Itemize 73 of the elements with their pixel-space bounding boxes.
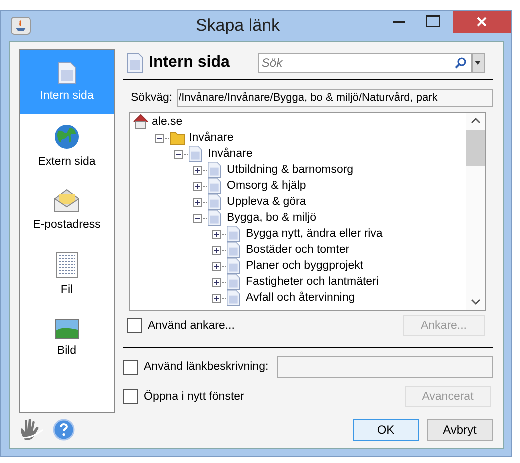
caret-icon [475,60,482,64]
tree-item[interactable]: Fastigheter och lantmäteri [246,276,379,288]
tree-item[interactable]: Invånare [208,148,253,160]
page-icon [208,162,221,178]
house-icon [133,114,149,130]
checkbox[interactable] [127,318,142,333]
page-icon [58,62,76,84]
scroll-thumb[interactable] [466,130,485,166]
search-icon [454,56,467,68]
close-button[interactable] [453,11,511,33]
page-icon [208,194,221,210]
sidebar-item[interactable]: Fil [20,242,114,306]
tree-item[interactable]: Avfall och återvinning [246,292,356,304]
folder-icon [170,130,186,146]
scrollbar[interactable] [466,113,485,310]
tree-item[interactable]: Planer och byggprojekt [246,260,364,272]
page-icon [208,178,221,194]
expand-toggle[interactable] [212,230,221,238]
tree-item[interactable]: Bostäder och tomter [246,244,350,256]
collapse-toggle[interactable] [174,150,183,158]
tree-item[interactable]: Bygga, bo & miljö [227,212,316,224]
sidebar-item[interactable]: E-postadress [20,178,114,242]
collapse-toggle[interactable] [155,134,164,142]
page-icon [227,274,240,290]
checkbox[interactable] [123,360,138,374]
tree-item[interactable]: Bygga nytt, ändra eller riva [246,228,383,240]
page-icon [227,290,240,306]
tree-item[interactable]: Uppleva & göra [227,196,306,208]
dropdown-button[interactable] [472,52,485,72]
maximize-icon [426,15,440,27]
checkbox-label: Använd länkbeskrivning: [144,361,269,373]
sidebar-item[interactable]: Bild [20,306,114,370]
expand-toggle[interactable] [212,278,221,286]
minimize-icon [393,20,405,22]
expand-toggle[interactable] [193,182,202,190]
checkbox[interactable] [123,389,138,404]
expand-toggle[interactable] [212,246,221,254]
globe-icon [54,124,80,150]
expand-toggle[interactable] [193,198,202,206]
envelope-icon [54,189,80,213]
page-icon [227,242,240,258]
expand-toggle[interactable] [212,294,221,302]
section-title: Intern sida [149,54,230,72]
path-field[interactable]: /Invånare/Invånare/Bygga, bo & miljö/Naturvård, park [176,89,493,107]
checkbox-label: Öppna i nytt fönster [144,390,246,402]
dialog-button[interactable]: Avbryt [427,419,493,441]
document-icon [56,252,78,278]
page-icon [227,258,240,274]
close-icon [477,17,487,27]
app-icon [11,17,31,35]
scroll-down-icon [470,299,480,305]
page-icon [189,146,202,162]
page-icon [208,210,221,226]
scroll-up-icon [470,118,480,124]
tree-item[interactable]: ale.se [152,116,183,128]
window-title: Skapa länk [194,16,282,36]
tree-item[interactable]: Utbildning & barnomsorg [227,164,354,176]
description-field[interactable] [276,356,493,378]
checkbox-label: Använd ankare... [148,320,236,332]
page-icon [127,52,143,72]
hand-icon[interactable] [19,418,45,442]
help-icon[interactable] [53,419,75,441]
search-field[interactable]: Sök [258,52,472,72]
page-icon [227,226,240,242]
sidebar-item[interactable]: Extern sida [20,114,114,178]
path-label: Sökväg: [131,92,173,104]
collapse-toggle[interactable] [193,214,202,222]
expand-toggle[interactable] [212,262,221,270]
dialog-button[interactable]: OK [353,419,419,441]
landscape-icon [55,319,79,339]
tree-item[interactable]: Omsorg & hjälp [227,180,306,192]
expand-toggle[interactable] [193,166,202,174]
tree-item[interactable]: Invånare [189,132,234,144]
